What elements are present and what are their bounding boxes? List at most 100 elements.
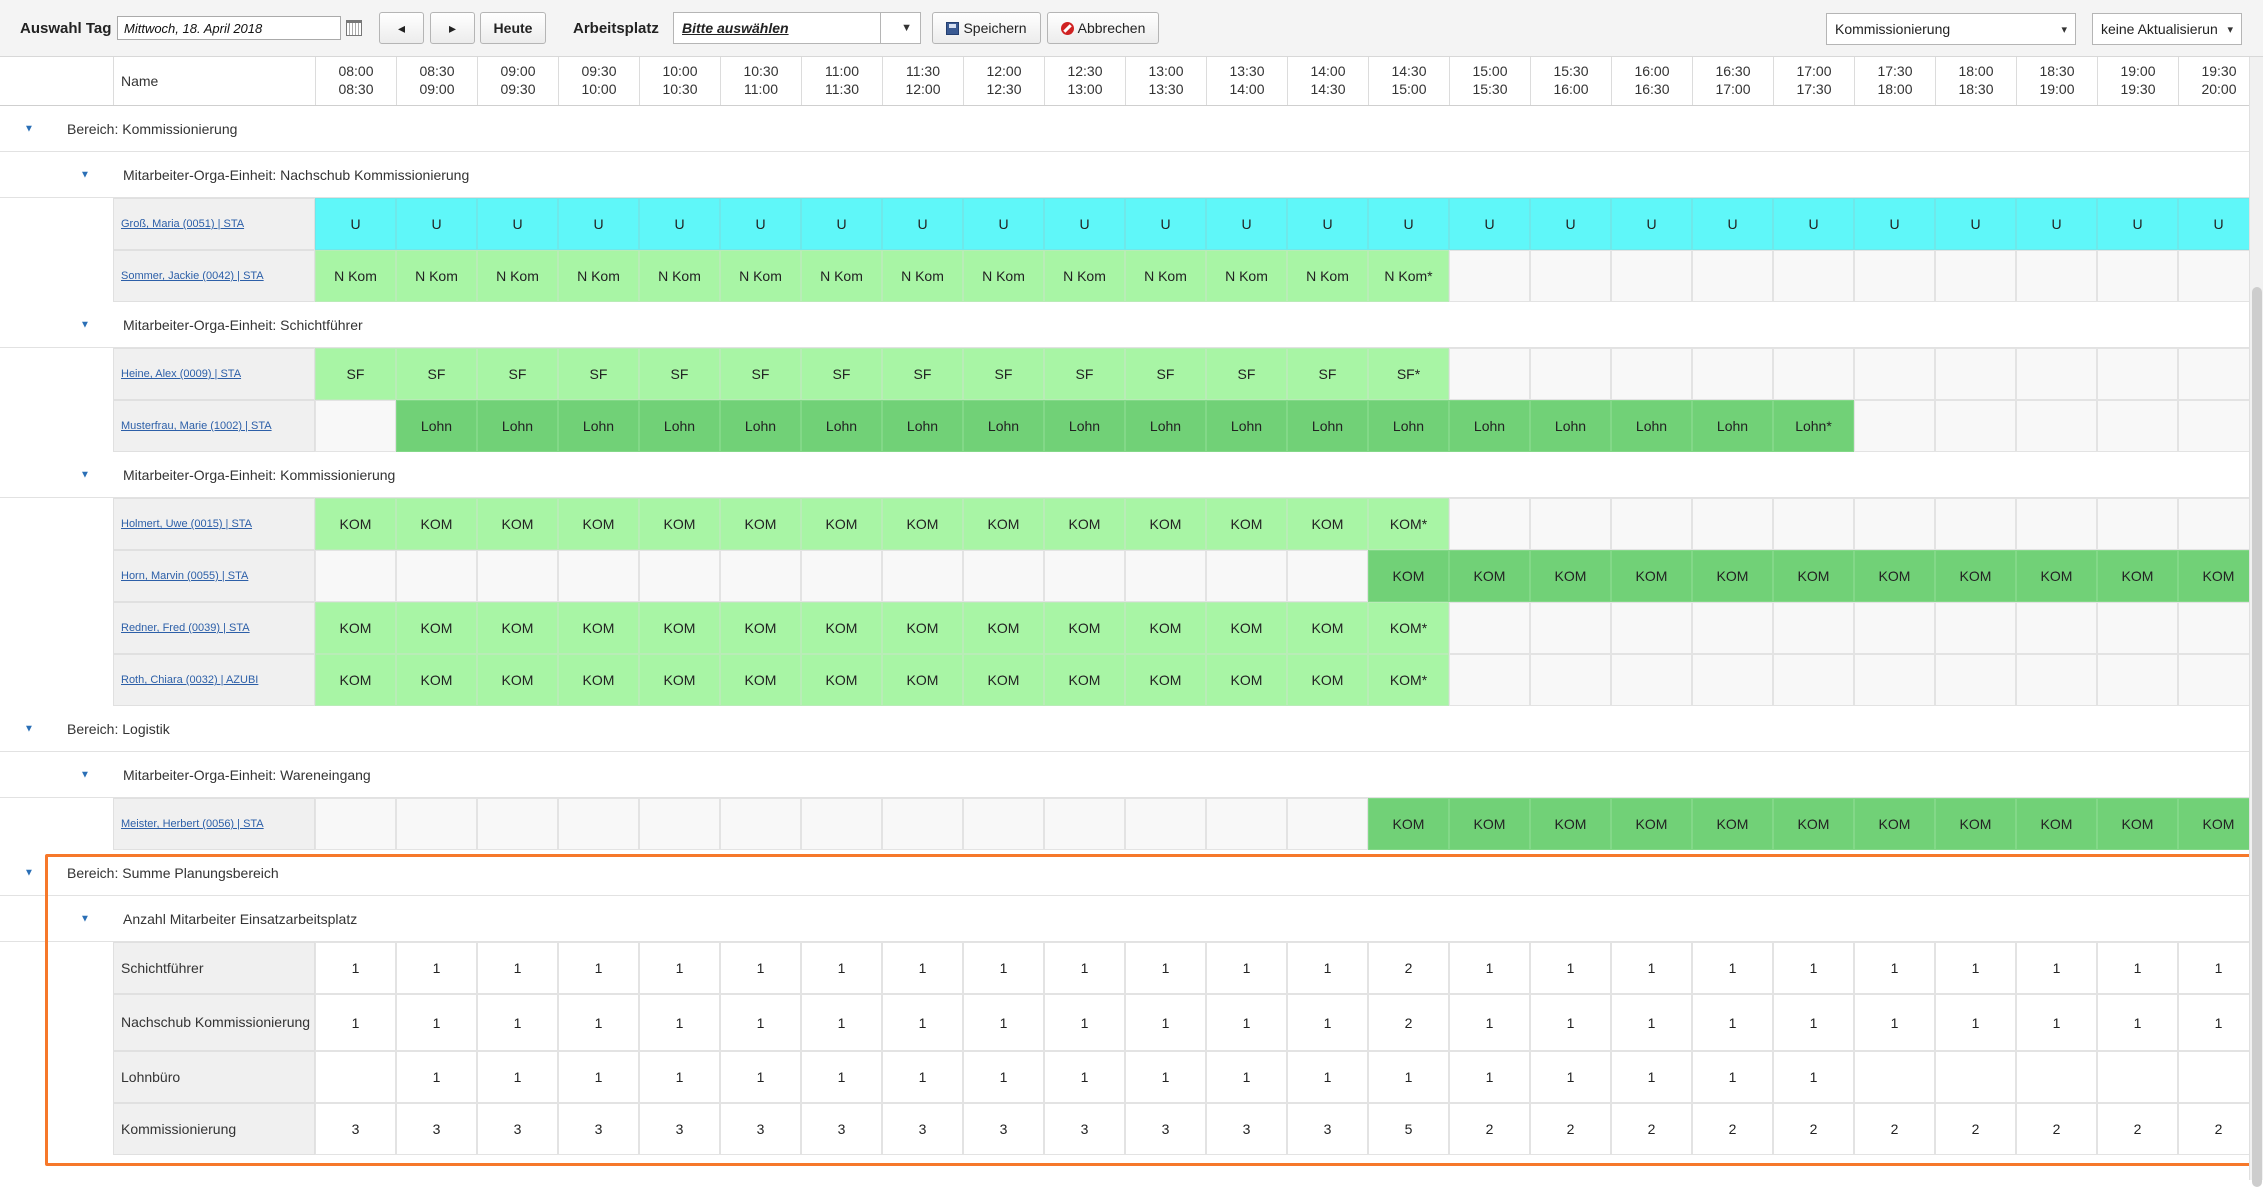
shift-cell[interactable]: KOM — [1368, 798, 1449, 850]
shift-cell[interactable] — [2097, 602, 2178, 654]
shift-cell[interactable]: U — [1044, 198, 1125, 250]
shift-cell[interactable]: KOM — [882, 498, 963, 550]
shift-cell[interactable]: KOM — [1773, 798, 1854, 850]
shift-cell[interactable]: U — [720, 198, 801, 250]
shift-cell[interactable]: KOM* — [1368, 654, 1449, 706]
shift-cell[interactable]: KOM — [1773, 550, 1854, 602]
shift-cell[interactable]: N Kom — [477, 250, 558, 302]
shift-cell[interactable] — [1530, 250, 1611, 302]
shift-cell[interactable]: Lohn — [882, 400, 963, 452]
shift-cell[interactable]: KOM* — [1368, 602, 1449, 654]
shift-cell[interactable] — [1773, 348, 1854, 400]
shift-cell[interactable]: SF — [801, 348, 882, 400]
shift-cell[interactable]: SF — [1125, 348, 1206, 400]
shift-cell[interactable] — [2097, 498, 2178, 550]
org-unit-group-row[interactable]: ▼ Mitarbeiter-Orga-Einheit: Schichtführer — [0, 302, 2249, 348]
shift-cell[interactable]: KOM — [477, 602, 558, 654]
shift-cell[interactable]: SF — [963, 348, 1044, 400]
shift-cell[interactable]: U — [1449, 198, 1530, 250]
shift-cell[interactable]: U — [963, 198, 1044, 250]
shift-cell[interactable]: Lohn — [1692, 400, 1773, 452]
shift-cell[interactable] — [882, 798, 963, 850]
area-group-row[interactable]: ▼ Bereich: Kommissionierung — [0, 106, 2249, 152]
collapse-toggle-icon[interactable]: ▼ — [80, 469, 90, 480]
employee-name-link[interactable]: Sommer, Jackie (0042) | STA — [113, 250, 315, 302]
org-unit-group-row[interactable]: ▼ Mitarbeiter-Orga-Einheit: Nachschub Kom… — [0, 152, 2249, 198]
shift-cell[interactable]: SF — [1287, 348, 1368, 400]
shift-cell[interactable]: U — [477, 198, 558, 250]
shift-cell[interactable]: KOM — [801, 498, 882, 550]
shift-cell[interactable]: KOM — [396, 498, 477, 550]
shift-cell[interactable]: KOM — [2016, 798, 2097, 850]
shift-cell[interactable]: SF — [558, 348, 639, 400]
shift-cell[interactable]: N Kom — [396, 250, 477, 302]
shift-cell[interactable]: KOM — [963, 602, 1044, 654]
shift-cell[interactable] — [1287, 550, 1368, 602]
shift-cell[interactable]: KOM — [1368, 550, 1449, 602]
shift-cell[interactable]: N Kom — [1044, 250, 1125, 302]
shift-cell[interactable] — [1773, 498, 1854, 550]
shift-cell[interactable]: Lohn — [1368, 400, 1449, 452]
shift-cell[interactable]: KOM — [558, 602, 639, 654]
shift-cell[interactable]: KOM — [2016, 550, 2097, 602]
shift-cell[interactable] — [1935, 654, 2016, 706]
shift-cell[interactable]: Lohn — [396, 400, 477, 452]
shift-cell[interactable] — [315, 550, 396, 602]
shift-cell[interactable]: N Kom — [639, 250, 720, 302]
employee-name-link[interactable]: Groß, Maria (0051) | STA — [113, 198, 315, 250]
shift-cell[interactable]: U — [558, 198, 639, 250]
shift-cell[interactable] — [720, 798, 801, 850]
shift-cell[interactable]: KOM — [1935, 550, 2016, 602]
today-button[interactable]: Heute — [480, 12, 546, 44]
shift-cell[interactable] — [639, 550, 720, 602]
shift-cell[interactable] — [963, 798, 1044, 850]
summary-area-group-row[interactable]: ▼ Bereich: Summe Planungsbereich — [0, 850, 2249, 896]
shift-cell[interactable]: KOM — [2178, 798, 2259, 850]
shift-cell[interactable]: KOM — [1044, 654, 1125, 706]
shift-cell[interactable]: SF — [396, 348, 477, 400]
shift-cell[interactable]: KOM — [1206, 498, 1287, 550]
shift-cell[interactable]: U — [1692, 198, 1773, 250]
shift-cell[interactable]: U — [1287, 198, 1368, 250]
shift-cell[interactable] — [558, 798, 639, 850]
shift-cell[interactable]: N Kom — [801, 250, 882, 302]
shift-cell[interactable]: N Kom — [882, 250, 963, 302]
shift-cell[interactable] — [1206, 798, 1287, 850]
date-input[interactable]: Mittwoch, 18. April 2018 — [117, 16, 341, 40]
shift-cell[interactable] — [2097, 250, 2178, 302]
shift-cell[interactable] — [477, 550, 558, 602]
shift-cell[interactable] — [1530, 654, 1611, 706]
shift-cell[interactable]: U — [801, 198, 882, 250]
shift-cell[interactable] — [396, 550, 477, 602]
shift-cell[interactable] — [1692, 250, 1773, 302]
shift-cell[interactable]: KOM — [1854, 798, 1935, 850]
collapse-toggle-icon[interactable]: ▼ — [24, 867, 34, 878]
shift-cell[interactable] — [1854, 654, 1935, 706]
shift-cell[interactable] — [2097, 400, 2178, 452]
scrollbar-thumb[interactable] — [2252, 287, 2262, 1187]
collapse-toggle-icon[interactable]: ▼ — [24, 723, 34, 734]
shift-cell[interactable]: KOM — [477, 654, 558, 706]
shift-cell[interactable] — [1449, 348, 1530, 400]
shift-cell[interactable]: KOM — [315, 654, 396, 706]
area-select[interactable]: Kommissionierung ▾ — [1826, 13, 2076, 45]
shift-cell[interactable] — [1530, 602, 1611, 654]
shift-cell[interactable]: KOM — [1206, 602, 1287, 654]
employee-name-link[interactable]: Holmert, Uwe (0015) | STA — [113, 498, 315, 550]
save-button[interactable]: Speichern — [932, 12, 1041, 44]
shift-cell[interactable]: Lohn — [639, 400, 720, 452]
shift-cell[interactable]: Lohn — [477, 400, 558, 452]
shift-cell[interactable]: KOM — [801, 654, 882, 706]
shift-cell[interactable]: N Kom — [558, 250, 639, 302]
shift-cell[interactable]: U — [1854, 198, 1935, 250]
collapse-toggle-icon[interactable]: ▼ — [80, 769, 90, 780]
shift-cell[interactable]: Lohn — [558, 400, 639, 452]
employee-name-link[interactable]: Heine, Alex (0009) | STA — [113, 348, 315, 400]
shift-cell[interactable]: N Kom — [720, 250, 801, 302]
shift-cell[interactable]: KOM — [1125, 498, 1206, 550]
shift-cell[interactable]: Lohn* — [1773, 400, 1854, 452]
shift-cell[interactable] — [2016, 348, 2097, 400]
shift-cell[interactable]: KOM — [639, 602, 720, 654]
shift-cell[interactable]: KOM — [1449, 550, 1530, 602]
shift-cell[interactable]: SF* — [1368, 348, 1449, 400]
